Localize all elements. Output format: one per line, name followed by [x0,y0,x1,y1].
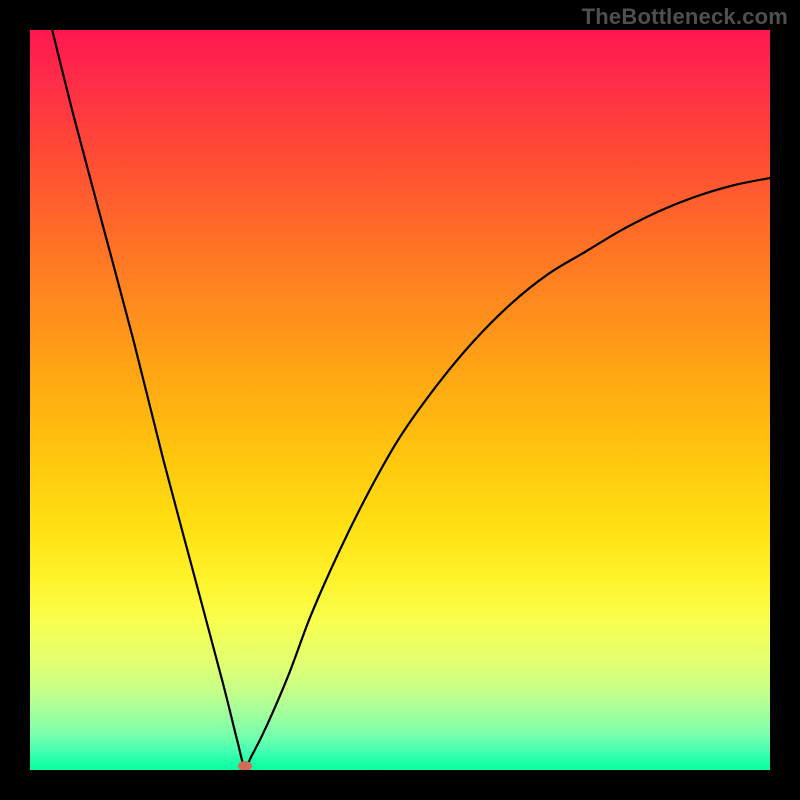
chart-frame: TheBottleneck.com [0,0,800,800]
watermark-text: TheBottleneck.com [582,4,788,30]
optimal-point-marker [238,761,252,770]
plot-area [30,30,770,770]
bottleneck-curve [30,30,770,770]
